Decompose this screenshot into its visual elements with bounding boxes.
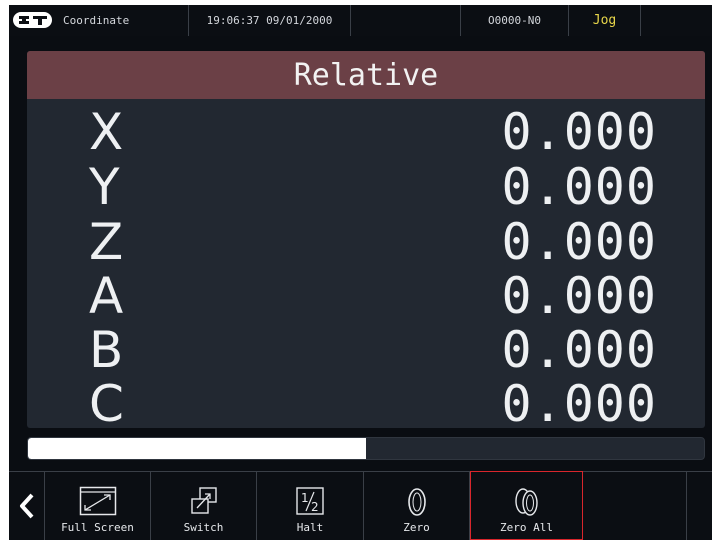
- empty-soft-key[interactable]: [583, 471, 687, 540]
- button-label: Zero All: [500, 521, 553, 534]
- status-bar: Coordinate 19:06:37 09/01/2000 O0000-N0 …: [9, 5, 712, 36]
- svg-text:1: 1: [301, 491, 309, 505]
- full-screen-icon: [79, 486, 116, 516]
- axis-row-c[interactable]: C 0.000: [27, 375, 705, 433]
- panel-title[interactable]: Relative: [27, 51, 705, 99]
- halt-button[interactable]: 1 2 Halt: [257, 471, 364, 540]
- half-icon: 1 2: [296, 487, 324, 515]
- axis-label: B: [89, 321, 124, 379]
- button-label: Switch: [183, 521, 224, 534]
- status-cell-blank: [351, 5, 461, 36]
- zero-all-button[interactable]: Zero All: [470, 471, 583, 540]
- empty-soft-key[interactable]: [687, 471, 712, 540]
- axis-value: 0.000: [501, 103, 657, 161]
- progress-fill: [28, 438, 366, 459]
- back-button[interactable]: [9, 471, 45, 540]
- chevron-left-icon: [19, 493, 33, 519]
- axis-row-b[interactable]: B 0.000: [27, 321, 705, 379]
- switch-icon: [190, 487, 217, 514]
- button-label: Zero: [403, 521, 430, 534]
- cnc-screen: Coordinate 19:06:37 09/01/2000 O0000-N0 …: [9, 5, 712, 540]
- axis-label: X: [89, 103, 124, 161]
- zero-button[interactable]: Zero: [364, 471, 470, 540]
- switch-button[interactable]: Switch: [151, 471, 257, 540]
- axis-label: Z: [89, 213, 124, 271]
- button-label: Halt: [296, 521, 324, 534]
- zero-all-icon: [514, 488, 538, 516]
- axis-label: A: [89, 267, 124, 325]
- screen-title: Coordinate: [53, 5, 189, 36]
- axis-value: 0.000: [501, 375, 657, 433]
- program-number: O0000-N0: [461, 5, 569, 36]
- axis-value: 0.000: [501, 321, 657, 379]
- brand-logo-icon: [13, 12, 52, 28]
- axis-value: 0.000: [501, 213, 657, 271]
- coordinate-panel: Relative X 0.000 Y 0.000 Z 0.000 A 0.000…: [27, 51, 705, 433]
- axis-row-y[interactable]: Y 0.000: [27, 158, 705, 216]
- soft-key-bar: Full Screen Switch 1 2 Halt Zero Zero Al…: [9, 471, 712, 540]
- progress-bar: [27, 437, 705, 460]
- axis-label: Y: [89, 158, 120, 216]
- axis-row-x[interactable]: X 0.000: [27, 103, 705, 161]
- axis-value: 0.000: [501, 267, 657, 325]
- axis-row-a[interactable]: A 0.000: [27, 267, 705, 325]
- axis-value: 0.000: [501, 158, 657, 216]
- mode-indicator: Jog: [569, 5, 641, 36]
- svg-text:2: 2: [311, 500, 319, 514]
- axis-label: C: [89, 375, 124, 433]
- datetime: 19:06:37 09/01/2000: [189, 5, 351, 36]
- button-label: Full Screen: [61, 521, 134, 534]
- full-screen-button[interactable]: Full Screen: [45, 471, 151, 540]
- zero-icon: [407, 488, 426, 516]
- status-cell-end: [641, 5, 712, 36]
- axis-row-z[interactable]: Z 0.000: [27, 213, 705, 271]
